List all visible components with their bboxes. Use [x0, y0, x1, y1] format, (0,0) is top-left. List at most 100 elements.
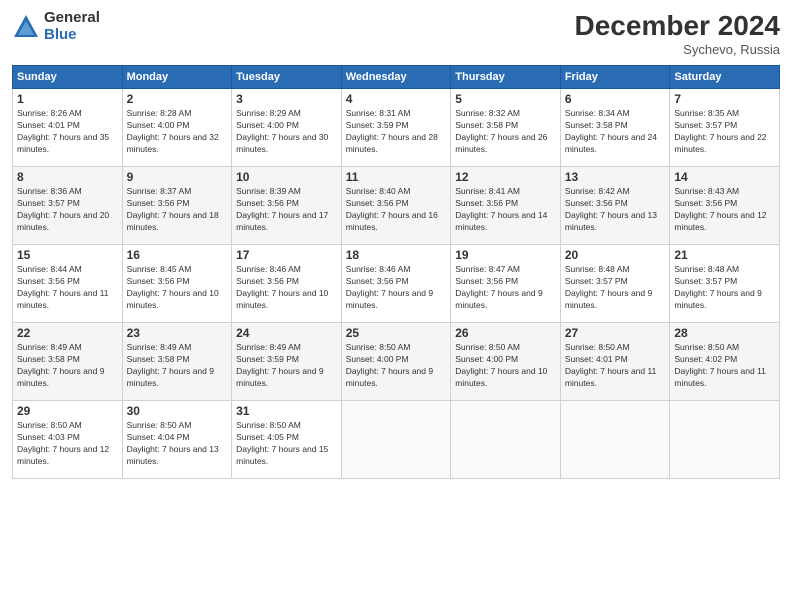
day-cell: 16 Sunrise: 8:45 AMSunset: 3:56 PMDaylig…	[122, 245, 232, 323]
day-number: 10	[236, 170, 337, 184]
day-number: 6	[565, 92, 666, 106]
day-cell: 9 Sunrise: 8:37 AMSunset: 3:56 PMDayligh…	[122, 167, 232, 245]
day-number: 20	[565, 248, 666, 262]
day-number: 31	[236, 404, 337, 418]
day-cell: 11 Sunrise: 8:40 AMSunset: 3:56 PMDaylig…	[341, 167, 451, 245]
day-number: 1	[17, 92, 118, 106]
day-cell: 26 Sunrise: 8:50 AMSunset: 4:00 PMDaylig…	[451, 323, 561, 401]
day-cell	[341, 401, 451, 479]
day-info: Sunrise: 8:47 AMSunset: 3:56 PMDaylight:…	[455, 264, 542, 310]
header-tuesday: Tuesday	[232, 66, 342, 89]
logo-general: General	[44, 10, 100, 27]
day-info: Sunrise: 8:50 AMSunset: 4:05 PMDaylight:…	[236, 420, 328, 466]
day-number: 28	[674, 326, 775, 340]
day-info: Sunrise: 8:50 AMSunset: 4:00 PMDaylight:…	[346, 342, 433, 388]
day-info: Sunrise: 8:37 AMSunset: 3:56 PMDaylight:…	[127, 186, 219, 232]
day-number: 16	[127, 248, 228, 262]
day-cell: 22 Sunrise: 8:49 AMSunset: 3:58 PMDaylig…	[13, 323, 123, 401]
day-info: Sunrise: 8:29 AMSunset: 4:00 PMDaylight:…	[236, 108, 328, 154]
day-info: Sunrise: 8:48 AMSunset: 3:57 PMDaylight:…	[565, 264, 652, 310]
day-number: 22	[17, 326, 118, 340]
day-number: 8	[17, 170, 118, 184]
week-row-3: 15 Sunrise: 8:44 AMSunset: 3:56 PMDaylig…	[13, 245, 780, 323]
calendar-table: Sunday Monday Tuesday Wednesday Thursday…	[12, 65, 780, 479]
day-info: Sunrise: 8:34 AMSunset: 3:58 PMDaylight:…	[565, 108, 657, 154]
day-number: 17	[236, 248, 337, 262]
day-cell: 29 Sunrise: 8:50 AMSunset: 4:03 PMDaylig…	[13, 401, 123, 479]
page-container: General Blue December 2024 Sychevo, Russ…	[0, 0, 792, 612]
day-number: 23	[127, 326, 228, 340]
day-cell: 21 Sunrise: 8:48 AMSunset: 3:57 PMDaylig…	[670, 245, 780, 323]
day-info: Sunrise: 8:32 AMSunset: 3:58 PMDaylight:…	[455, 108, 547, 154]
day-info: Sunrise: 8:26 AMSunset: 4:01 PMDaylight:…	[17, 108, 109, 154]
day-number: 13	[565, 170, 666, 184]
week-row-2: 8 Sunrise: 8:36 AMSunset: 3:57 PMDayligh…	[13, 167, 780, 245]
day-number: 14	[674, 170, 775, 184]
day-info: Sunrise: 8:50 AMSunset: 4:04 PMDaylight:…	[127, 420, 219, 466]
day-number: 5	[455, 92, 556, 106]
day-number: 2	[127, 92, 228, 106]
header-wednesday: Wednesday	[341, 66, 451, 89]
day-cell: 14 Sunrise: 8:43 AMSunset: 3:56 PMDaylig…	[670, 167, 780, 245]
day-cell	[560, 401, 670, 479]
day-cell: 8 Sunrise: 8:36 AMSunset: 3:57 PMDayligh…	[13, 167, 123, 245]
day-cell: 12 Sunrise: 8:41 AMSunset: 3:56 PMDaylig…	[451, 167, 561, 245]
day-info: Sunrise: 8:31 AMSunset: 3:59 PMDaylight:…	[346, 108, 438, 154]
day-cell: 23 Sunrise: 8:49 AMSunset: 3:58 PMDaylig…	[122, 323, 232, 401]
day-cell: 25 Sunrise: 8:50 AMSunset: 4:00 PMDaylig…	[341, 323, 451, 401]
day-info: Sunrise: 8:50 AMSunset: 4:01 PMDaylight:…	[565, 342, 657, 388]
day-info: Sunrise: 8:49 AMSunset: 3:59 PMDaylight:…	[236, 342, 323, 388]
logo-blue: Blue	[44, 27, 100, 44]
day-number: 18	[346, 248, 447, 262]
day-cell: 31 Sunrise: 8:50 AMSunset: 4:05 PMDaylig…	[232, 401, 342, 479]
day-cell: 20 Sunrise: 8:48 AMSunset: 3:57 PMDaylig…	[560, 245, 670, 323]
header-monday: Monday	[122, 66, 232, 89]
day-cell	[670, 401, 780, 479]
day-info: Sunrise: 8:40 AMSunset: 3:56 PMDaylight:…	[346, 186, 438, 232]
day-number: 21	[674, 248, 775, 262]
day-cell: 24 Sunrise: 8:49 AMSunset: 3:59 PMDaylig…	[232, 323, 342, 401]
day-cell: 18 Sunrise: 8:46 AMSunset: 3:56 PMDaylig…	[341, 245, 451, 323]
day-info: Sunrise: 8:28 AMSunset: 4:00 PMDaylight:…	[127, 108, 219, 154]
header-friday: Friday	[560, 66, 670, 89]
day-cell: 4 Sunrise: 8:31 AMSunset: 3:59 PMDayligh…	[341, 89, 451, 167]
day-number: 25	[346, 326, 447, 340]
day-info: Sunrise: 8:50 AMSunset: 4:02 PMDaylight:…	[674, 342, 766, 388]
location: Sychevo, Russia	[575, 42, 780, 57]
day-cell	[451, 401, 561, 479]
day-number: 19	[455, 248, 556, 262]
header-sunday: Sunday	[13, 66, 123, 89]
week-row-1: 1 Sunrise: 8:26 AMSunset: 4:01 PMDayligh…	[13, 89, 780, 167]
header-saturday: Saturday	[670, 66, 780, 89]
header-row: Sunday Monday Tuesday Wednesday Thursday…	[13, 66, 780, 89]
day-number: 3	[236, 92, 337, 106]
day-cell: 13 Sunrise: 8:42 AMSunset: 3:56 PMDaylig…	[560, 167, 670, 245]
day-number: 7	[674, 92, 775, 106]
day-cell: 19 Sunrise: 8:47 AMSunset: 3:56 PMDaylig…	[451, 245, 561, 323]
day-number: 30	[127, 404, 228, 418]
day-cell: 15 Sunrise: 8:44 AMSunset: 3:56 PMDaylig…	[13, 245, 123, 323]
header-thursday: Thursday	[451, 66, 561, 89]
day-info: Sunrise: 8:48 AMSunset: 3:57 PMDaylight:…	[674, 264, 761, 310]
day-info: Sunrise: 8:49 AMSunset: 3:58 PMDaylight:…	[17, 342, 104, 388]
day-number: 27	[565, 326, 666, 340]
day-cell: 2 Sunrise: 8:28 AMSunset: 4:00 PMDayligh…	[122, 89, 232, 167]
week-row-5: 29 Sunrise: 8:50 AMSunset: 4:03 PMDaylig…	[13, 401, 780, 479]
day-info: Sunrise: 8:42 AMSunset: 3:56 PMDaylight:…	[565, 186, 657, 232]
day-cell: 3 Sunrise: 8:29 AMSunset: 4:00 PMDayligh…	[232, 89, 342, 167]
logo: General Blue	[12, 10, 100, 43]
day-info: Sunrise: 8:43 AMSunset: 3:56 PMDaylight:…	[674, 186, 766, 232]
day-info: Sunrise: 8:50 AMSunset: 4:00 PMDaylight:…	[455, 342, 547, 388]
day-info: Sunrise: 8:41 AMSunset: 3:56 PMDaylight:…	[455, 186, 547, 232]
week-row-4: 22 Sunrise: 8:49 AMSunset: 3:58 PMDaylig…	[13, 323, 780, 401]
day-number: 12	[455, 170, 556, 184]
day-cell: 6 Sunrise: 8:34 AMSunset: 3:58 PMDayligh…	[560, 89, 670, 167]
day-info: Sunrise: 8:46 AMSunset: 3:56 PMDaylight:…	[236, 264, 328, 310]
day-cell: 7 Sunrise: 8:35 AMSunset: 3:57 PMDayligh…	[670, 89, 780, 167]
month-title: December 2024	[575, 10, 780, 42]
calendar-body: 1 Sunrise: 8:26 AMSunset: 4:01 PMDayligh…	[13, 89, 780, 479]
day-info: Sunrise: 8:46 AMSunset: 3:56 PMDaylight:…	[346, 264, 433, 310]
day-cell: 10 Sunrise: 8:39 AMSunset: 3:56 PMDaylig…	[232, 167, 342, 245]
day-info: Sunrise: 8:35 AMSunset: 3:57 PMDaylight:…	[674, 108, 766, 154]
day-cell: 17 Sunrise: 8:46 AMSunset: 3:56 PMDaylig…	[232, 245, 342, 323]
